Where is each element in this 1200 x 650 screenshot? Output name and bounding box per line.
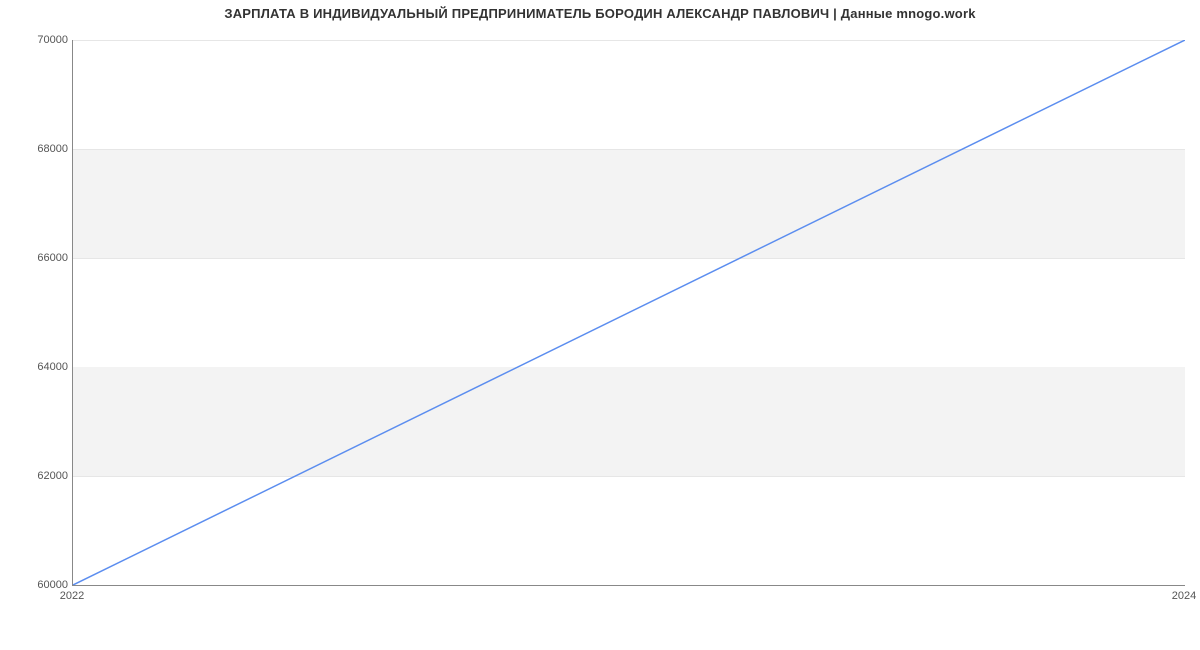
y-tick-label: 62000 (8, 470, 68, 482)
y-tick-label: 64000 (8, 361, 68, 373)
chart-title: ЗАРПЛАТА В ИНДИВИДУАЛЬНЫЙ ПРЕДПРИНИМАТЕЛ… (0, 6, 1200, 21)
series-line (73, 40, 1185, 585)
y-tick-label: 68000 (8, 143, 68, 155)
y-tick-label: 66000 (8, 252, 68, 264)
plot-area (72, 40, 1185, 586)
x-tick-label: 2024 (1172, 590, 1196, 602)
y-tick-label: 70000 (8, 34, 68, 46)
x-tick-label: 2022 (60, 590, 84, 602)
gridline-y (73, 585, 1185, 586)
chart-container: ЗАРПЛАТА В ИНДИВИДУАЛЬНЫЙ ПРЕДПРИНИМАТЕЛ… (0, 0, 1200, 650)
line-series (73, 40, 1185, 585)
